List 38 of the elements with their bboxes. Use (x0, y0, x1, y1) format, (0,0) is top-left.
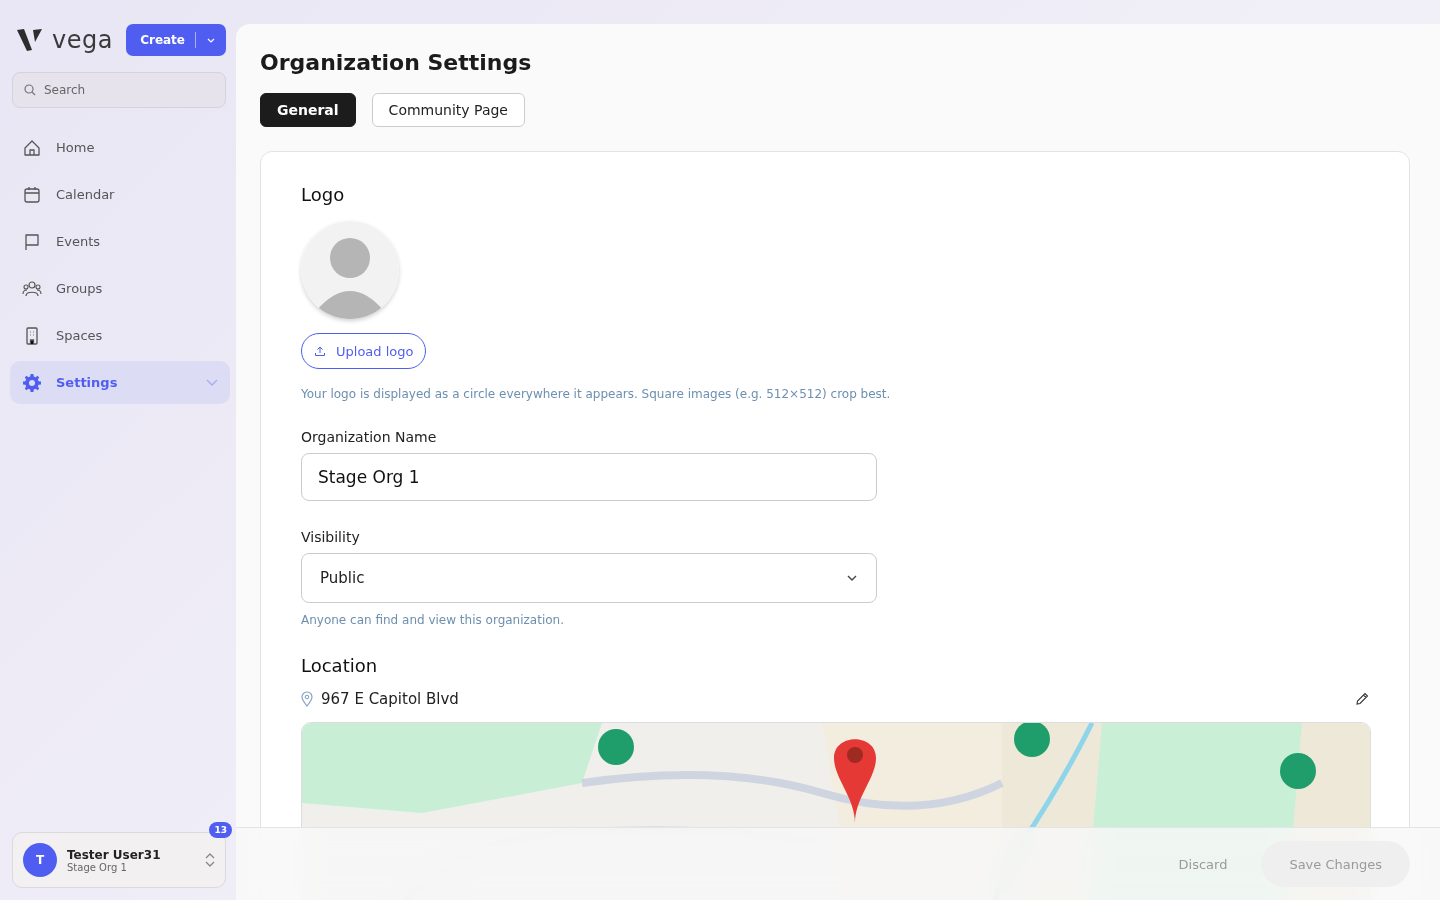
nav-item[interactable]: Groups (10, 267, 230, 310)
visibility-dropdown[interactable]: Public (301, 553, 877, 603)
section-heading: Location (301, 655, 379, 676)
page-title: Organization Settings (260, 50, 533, 75)
logo-icon (16, 28, 44, 52)
tab[interactable]: Community Page (371, 93, 525, 127)
hint-text: Anyone can find and view this organization. (301, 613, 565, 627)
field-label: Organization Name (301, 429, 438, 445)
nav-item[interactable]: Calendar (10, 173, 230, 216)
brand-name: vega (52, 26, 113, 54)
tab[interactable]: General (260, 93, 356, 127)
nav-item[interactable]: Events (10, 220, 230, 263)
up-down-icon (205, 852, 215, 868)
account-switcher[interactable]: T Tester User31 Stage Org 1 (12, 832, 226, 888)
settings-icon (22, 372, 42, 393)
section-heading: Logo (301, 184, 346, 205)
calendar-icon (22, 184, 42, 205)
hint-text: Your logo is displayed as a circle everywhere it appears. Square images (e.g. 512×512) crop best. (301, 387, 892, 401)
avatar-placeholder-icon (301, 221, 399, 319)
upload-icon (314, 345, 326, 357)
location-pin-icon (301, 691, 313, 707)
user-avatar: T (23, 843, 57, 877)
pencil-icon[interactable] (1355, 692, 1369, 706)
upload-logo-button[interactable]: Upload logo (301, 333, 427, 369)
address-text: 967 E Capitol Blvd (321, 690, 459, 708)
nav-item[interactable]: Home (10, 126, 230, 169)
nav-item[interactable]: Settings (10, 361, 230, 404)
nav-item[interactable]: Spaces (10, 314, 230, 357)
search-field[interactable]: Search (12, 72, 226, 108)
notification-badge: 13 (209, 822, 232, 838)
chevron-icon (846, 574, 858, 582)
people-icon (22, 278, 42, 299)
field-label: Visibility (301, 529, 361, 545)
flag-icon (22, 231, 42, 252)
organization-name-field[interactable]: Stage Org 1 (301, 453, 877, 501)
create-button[interactable]: Create (126, 24, 226, 56)
user-name: Tester User31 (67, 847, 162, 862)
org-name: Stage Org 1 (67, 861, 128, 873)
